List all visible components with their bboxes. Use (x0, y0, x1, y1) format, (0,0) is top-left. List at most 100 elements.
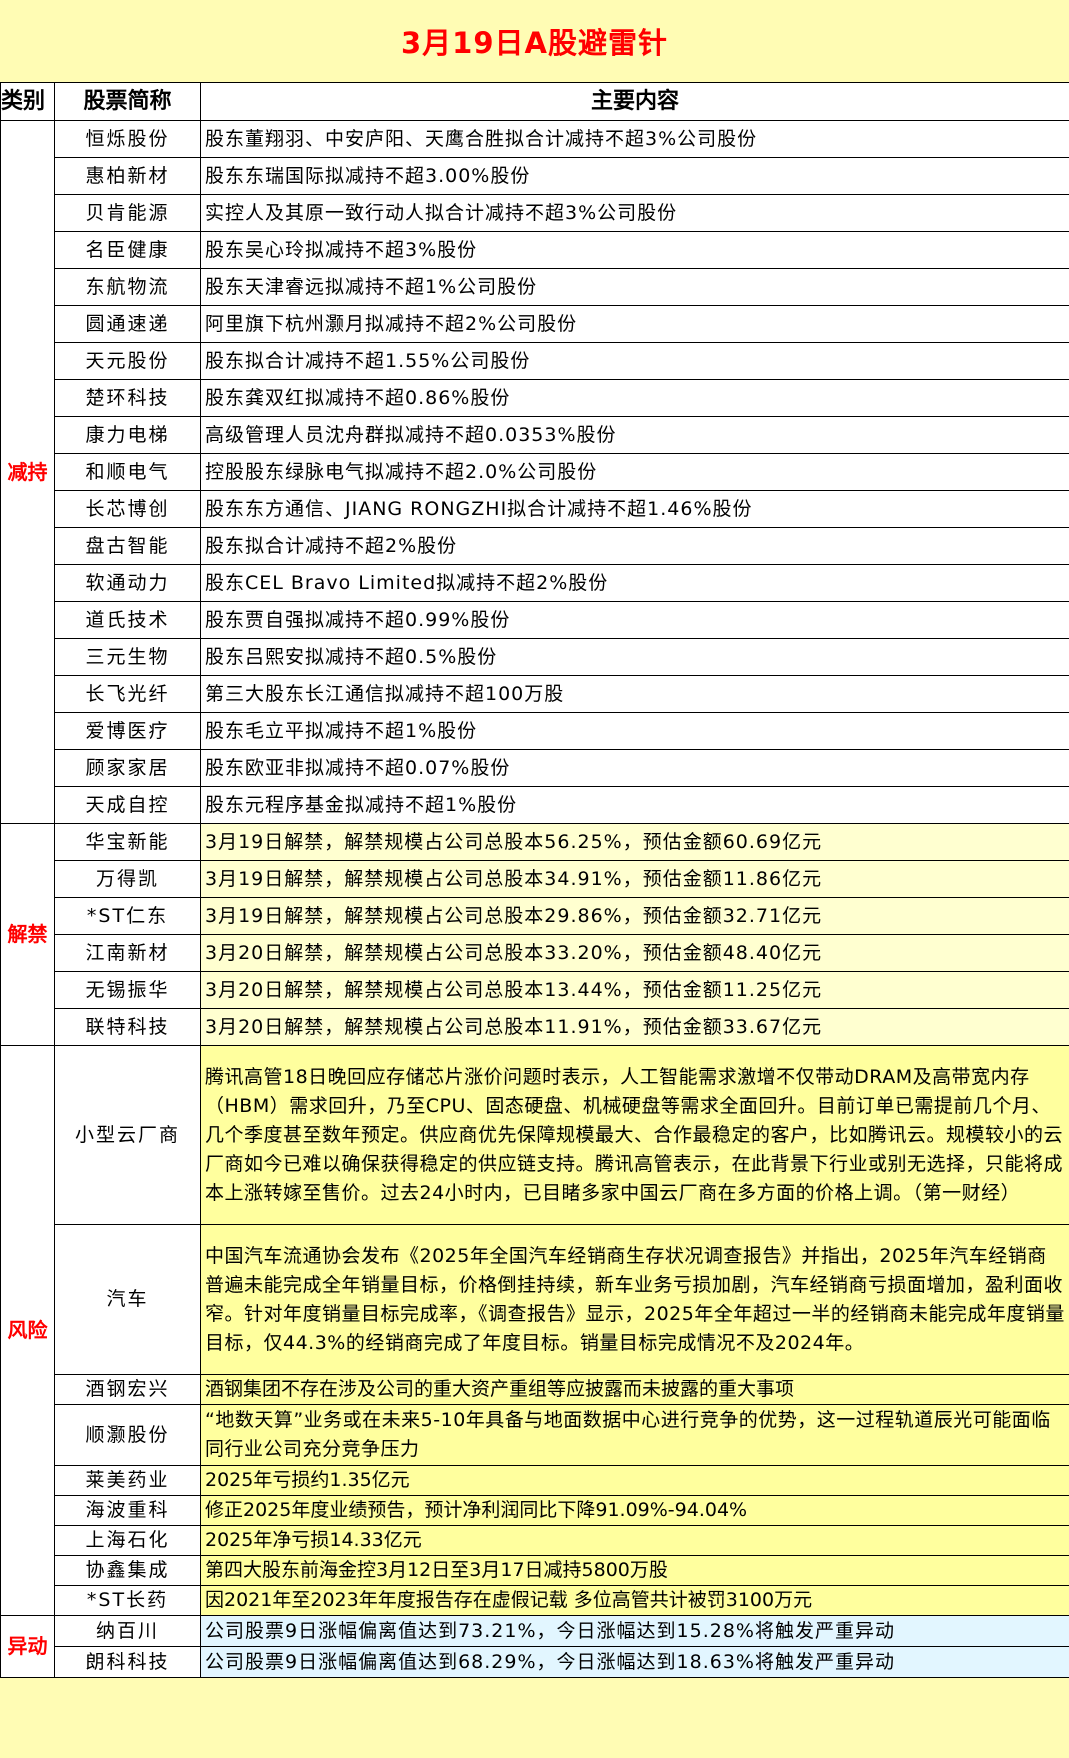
table-row: 顺灏股份 “地数天算”业务或在未来5-10年具备与地面数据中心进行竞争的优势，这一… (1, 1404, 1069, 1466)
stock-name: 酒钢宏兴 (54, 1374, 201, 1405)
stock-content: 股东CEL Bravo Limited拟减持不超2%股份 (200, 564, 1069, 602)
stock-name: *ST仁东 (54, 897, 201, 935)
stock-content: 股东贾自强拟减持不超0.99%股份 (200, 601, 1069, 639)
table-row: 长飞光纤 第三大股东长江通信拟减持不超100万股 (1, 675, 1069, 713)
stock-name: 协鑫集成 (54, 1555, 201, 1586)
table-row: 软通动力 股东CEL Bravo Limited拟减持不超2%股份 (1, 564, 1069, 602)
stock-content: 股东吕熙安拟减持不超0.5%股份 (200, 638, 1069, 676)
table-row: 风险 小型云厂商 腾讯高管18日晚回应存储芯片涨价问题时表示，人工智能需求激增不仅带… (0, 1045, 1069, 1616)
stock-name: 长飞光纤 (54, 675, 201, 713)
table-row: 天元股份 股东拟合计减持不超1.55%公司股份 (1, 342, 1069, 380)
stock-name: 小型云厂商 (54, 1045, 201, 1225)
table-row: 顾家家居 股东欧亚非拟减持不超0.07%股份 (1, 749, 1069, 787)
stock-name: 顾家家居 (54, 749, 201, 787)
stock-content: 腾讯高管18日晚回应存储芯片涨价问题时表示，人工智能需求激增不仅带动DRAM及高… (200, 1045, 1069, 1225)
table-row: *ST仁东 3月19日解禁，解禁规模占公司总股本29.86%，预估金额32.71亿… (1, 897, 1069, 935)
table-row: 联特科技 3月20日解禁，解禁规模占公司总股本11.91%，预估金额33.67亿元 (1, 1008, 1069, 1046)
category-cell-unlock: 解禁 (0, 823, 55, 1046)
table-row: 贝肯能源 实控人及其原一致行动人拟合计减持不超3%公司股份 (1, 194, 1069, 232)
stock-name: 汽车 (54, 1224, 201, 1375)
table-row: 酒钢宏兴 酒钢集团不存在涉及公司的重大资产重组等应披露而未披露的重大事项 (1, 1374, 1069, 1405)
stock-content: 股东欧亚非拟减持不超0.07%股份 (200, 749, 1069, 787)
stock-content: 3月19日解禁，解禁规模占公司总股本34.91%，预估金额11.86亿元 (200, 860, 1069, 898)
table-row: 天成自控 股东元程序基金拟减持不超1%股份 (1, 786, 1069, 824)
table-row: 朗科科技 公司股票9日涨幅偏离值达到68.29%，今日涨幅达到18.63%将触发严… (1, 1646, 1069, 1678)
table-row: 莱美药业 2025年亏损约1.35亿元 (1, 1465, 1069, 1496)
table-row: 楚环科技 股东龚双红拟减持不超0.86%股份 (1, 379, 1069, 417)
stock-content: “地数天算”业务或在未来5-10年具备与地面数据中心进行竞争的优势，这一过程轨道… (200, 1404, 1069, 1466)
stock-content: 修正2025年度业绩预告，预计净利润同比下降91.09%-94.04% (200, 1495, 1069, 1526)
stock-content: 实控人及其原一致行动人拟合计减持不超3%公司股份 (200, 194, 1069, 232)
table-row: 盘古智能 股东拟合计减持不超2%股份 (1, 527, 1069, 565)
stock-name: 上海石化 (54, 1525, 201, 1556)
table-row: 无锡振华 3月20日解禁，解禁规模占公司总股本13.44%，预估金额11.25亿元 (1, 971, 1069, 1009)
stock-name: 长芯博创 (54, 490, 201, 528)
table-row: 三元生物 股东吕熙安拟减持不超0.5%股份 (1, 638, 1069, 676)
stock-content: 股东元程序基金拟减持不超1%股份 (200, 786, 1069, 824)
table-row: 道氏技术 股东贾自强拟减持不超0.99%股份 (1, 601, 1069, 639)
stock-name: 海波重科 (54, 1495, 201, 1526)
stock-content: 股东龚双红拟减持不超0.86%股份 (200, 379, 1069, 417)
header-name: 股票简称 (54, 82, 201, 121)
stock-content: 2025年亏损约1.35亿元 (200, 1465, 1069, 1496)
table-row: 万得凯 3月19日解禁，解禁规模占公司总股本34.91%，预估金额11.86亿元 (1, 860, 1069, 898)
stock-content: 股东吴心玲拟减持不超3%股份 (200, 231, 1069, 269)
stock-risk-table: 类别 股票简称 主要内容 减持 恒烁股份 股东董翔羽、中安庐阳、天鹰合胜拟合计减持不… (0, 82, 1069, 1678)
stock-content: 3月19日解禁，解禁规模占公司总股本56.25%，预估金额60.69亿元 (200, 823, 1069, 861)
stock-content: 股东天津睿远拟减持不超1%公司股份 (200, 268, 1069, 306)
stock-name: 贝肯能源 (54, 194, 201, 232)
stock-content: 股东拟合计减持不超2%股份 (200, 527, 1069, 565)
stock-name: 软通动力 (54, 564, 201, 602)
stock-name: 朗科科技 (54, 1646, 201, 1678)
stock-content: 公司股票9日涨幅偏离值达到68.29%，今日涨幅达到18.63%将触发严重异动 (200, 1646, 1069, 1678)
header-content: 主要内容 (200, 82, 1069, 121)
stock-name: 康力电梯 (54, 416, 201, 454)
stock-content: 3月20日解禁，解禁规模占公司总股本33.20%，预估金额48.40亿元 (200, 934, 1069, 972)
table-row: 圆通速递 阿里旗下杭州灏月拟减持不超2%公司股份 (1, 305, 1069, 343)
table-row: 上海石化 2025年净亏损14.33亿元 (1, 1525, 1069, 1556)
stock-name: 东航物流 (54, 268, 201, 306)
table-header-row: 类别 股票简称 主要内容 (0, 82, 1069, 121)
stock-name: 爱博医疗 (54, 712, 201, 750)
category-cell-risk: 风险 (0, 1045, 55, 1616)
table-row: 汽车 中国汽车流通协会发布《2025年全国汽车经销商生存状况调查报告》并指出，20… (1, 1224, 1069, 1375)
stock-name: 江南新材 (54, 934, 201, 972)
table-row: 解禁 华宝新能 3月19日解禁，解禁规模占公司总股本56.25%，预估金额60.69… (0, 823, 1069, 1046)
page-title: 3月19日A股避雷针 (401, 26, 668, 60)
stock-content: 股东毛立平拟减持不超1%股份 (200, 712, 1069, 750)
stock-content: 3月19日解禁，解禁规模占公司总股本29.86%，预估金额32.71亿元 (200, 897, 1069, 935)
stock-content: 高级管理人员沈舟群拟减持不超0.0353%股份 (200, 416, 1069, 454)
stock-content: 3月20日解禁，解禁规模占公司总股本13.44%，预估金额11.25亿元 (200, 971, 1069, 1009)
table-row: 异动 纳百川 公司股票9日涨幅偏离值达到73.21%，今日涨幅达到15.28%将触发… (0, 1615, 1069, 1678)
table-row: 惠柏新材 股东东瑞国际拟减持不超3.00%股份 (1, 157, 1069, 195)
stock-content: 控股股东绿脉电气拟减持不超2.0%公司股份 (200, 453, 1069, 491)
stock-name: 惠柏新材 (54, 157, 201, 195)
table-row: 康力电梯 高级管理人员沈舟群拟减持不超0.0353%股份 (1, 416, 1069, 454)
stock-name: 无锡振华 (54, 971, 201, 1009)
table-row: 协鑫集成 第四大股东前海金控3月12日至3月17日减持5800万股 (1, 1555, 1069, 1586)
stock-content: 公司股票9日涨幅偏离值达到73.21%，今日涨幅达到15.28%将触发严重异动 (200, 1615, 1069, 1647)
stock-name: 联特科技 (54, 1008, 201, 1046)
stock-name: *ST长药 (54, 1585, 201, 1616)
stock-content: 第四大股东前海金控3月12日至3月17日减持5800万股 (200, 1555, 1069, 1586)
stock-content: 3月20日解禁，解禁规模占公司总股本11.91%，预估金额33.67亿元 (200, 1008, 1069, 1046)
stock-content: 第三大股东长江通信拟减持不超100万股 (200, 675, 1069, 713)
stock-name: 盘古智能 (54, 527, 201, 565)
category-cell-reduce: 减持 (0, 120, 55, 824)
stock-name: 圆通速递 (54, 305, 201, 343)
stock-name: 顺灏股份 (54, 1404, 201, 1466)
stock-name: 莱美药业 (54, 1465, 201, 1496)
stock-content: 中国汽车流通协会发布《2025年全国汽车经销商生存状况调查报告》并指出，2025… (200, 1224, 1069, 1375)
table-row: *ST长药 因2021年至2023年年度报告存在虚假记载 多位高管共计被罚3100… (1, 1585, 1069, 1616)
table-row: 长芯博创 股东东方通信、JIANG RONGZHI拟合计减持不超1.46%股份 (1, 490, 1069, 528)
table-row: 名臣健康 股东吴心玲拟减持不超3%股份 (1, 231, 1069, 269)
stock-content: 酒钢集团不存在涉及公司的重大资产重组等应披露而未披露的重大事项 (200, 1374, 1069, 1405)
stock-content: 2025年净亏损14.33亿元 (200, 1525, 1069, 1556)
stock-name: 纳百川 (54, 1615, 201, 1647)
stock-name: 道氏技术 (54, 601, 201, 639)
header-category: 类别 (0, 82, 55, 121)
stock-content: 股东拟合计减持不超1.55%公司股份 (200, 342, 1069, 380)
stock-name: 名臣健康 (54, 231, 201, 269)
stock-name: 楚环科技 (54, 379, 201, 417)
table-row: 和顺电气 控股股东绿脉电气拟减持不超2.0%公司股份 (1, 453, 1069, 491)
